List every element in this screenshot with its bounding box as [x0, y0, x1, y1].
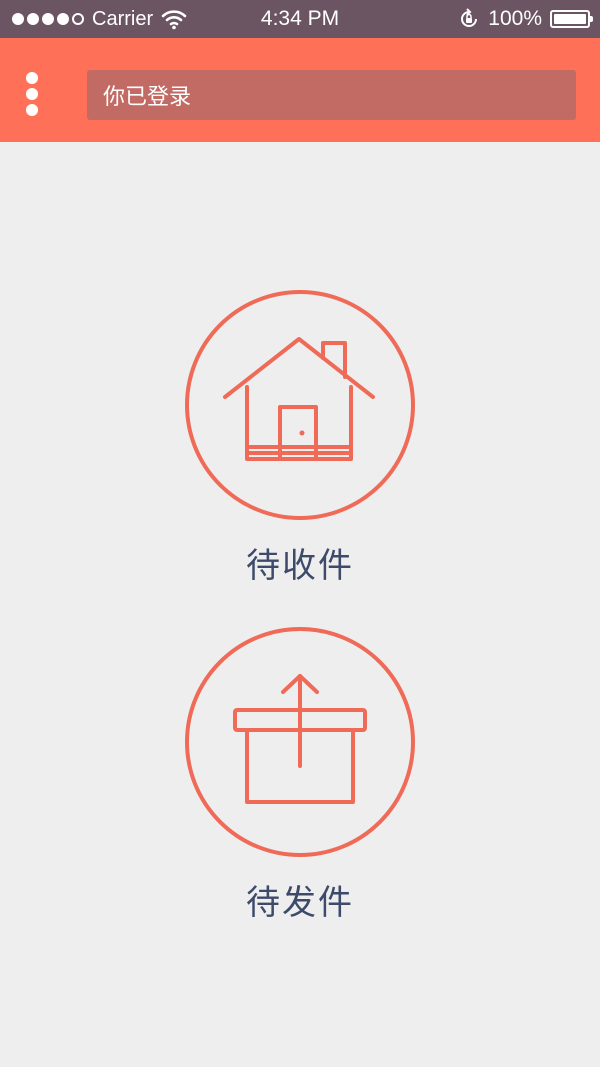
box-upload-icon [233, 674, 367, 804]
status-right: 100% [458, 0, 593, 38]
status-left: Carrier [12, 0, 187, 38]
pending-receive-button[interactable]: 待收件 [0, 290, 600, 587]
more-vertical-icon-dot [26, 104, 38, 116]
carrier-label: Carrier [92, 7, 154, 30]
login-status-text: 你已登录 [103, 85, 192, 110]
more-vertical-icon [26, 72, 38, 84]
status-bar: Carrier 4:34 PM 100% [0, 0, 600, 38]
pending-receive-label: 待收件 [246, 546, 354, 586]
more-menu-button[interactable] [18, 72, 46, 116]
header-bar: 你已登录 [0, 38, 600, 142]
battery-percent: 100% [488, 7, 542, 30]
wifi-icon [161, 10, 187, 30]
rotation-lock-icon [461, 8, 478, 27]
more-vertical-icon-dot [26, 88, 38, 100]
box-icon-circle [185, 627, 415, 857]
pending-send-button[interactable]: 待发件 [0, 627, 600, 924]
login-status-field[interactable]: 你已登录 [87, 70, 576, 120]
house-icon-circle [185, 290, 415, 520]
pending-send-label: 待发件 [246, 883, 354, 923]
battery-icon [550, 10, 593, 28]
signal-dots-icon [12, 13, 84, 25]
house-icon [223, 337, 375, 461]
